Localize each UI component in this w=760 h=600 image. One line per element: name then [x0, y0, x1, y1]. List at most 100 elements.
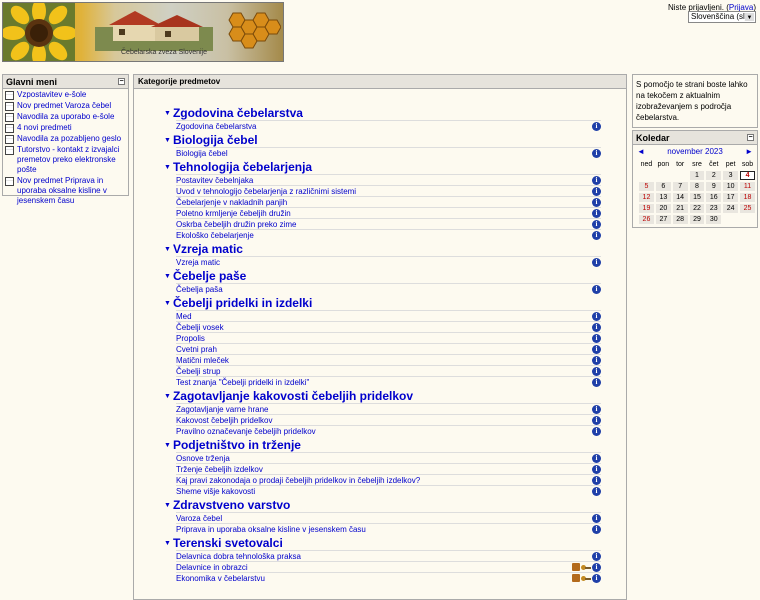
main-menu-link[interactable]: Nov predmet Varoza čebel	[17, 101, 111, 111]
info-icon[interactable]: i	[592, 377, 601, 387]
info-icon[interactable]: i	[592, 562, 601, 572]
course-link[interactable]: Biologija čebel	[176, 149, 228, 158]
calendar-day[interactable]: 27	[655, 215, 671, 224]
info-icon[interactable]: i	[592, 551, 601, 561]
calendar-day[interactable]: 19	[639, 204, 654, 213]
course-link[interactable]: Sheme višje kakovosti	[176, 487, 255, 496]
info-icon[interactable]: i	[592, 355, 601, 365]
main-menu-link[interactable]: Tutorstvo - kontakt z izvajalci premetov…	[17, 145, 126, 175]
course-link[interactable]: Zagotavljanje varne hrane	[176, 405, 269, 414]
calendar-prev-month[interactable]: ◄	[637, 147, 645, 156]
calendar-day[interactable]: 18	[740, 193, 755, 202]
info-icon[interactable]: i	[592, 257, 601, 267]
info-icon[interactable]: i	[592, 197, 601, 207]
info-icon[interactable]: i	[592, 208, 601, 218]
main-menu-item[interactable]: Nov predmet Priprava in uporaba oksalne …	[3, 176, 128, 206]
calendar-day[interactable]: 24	[723, 204, 739, 213]
category-link[interactable]: Zgodovina čebelarstva	[173, 107, 303, 120]
info-icon[interactable]: i	[592, 230, 601, 240]
course-link[interactable]: Kaj pravi zakonodaja o prodaji čebeljih …	[176, 476, 420, 485]
info-icon[interactable]: i	[592, 453, 601, 463]
info-icon[interactable]: i	[592, 524, 601, 534]
course-link[interactable]: Uvod v tehnologijo čebelarjenja z različ…	[176, 187, 356, 196]
course-link[interactable]: Pravilno označevanje čebeljih pridelkov	[176, 427, 316, 436]
course-link[interactable]: Čebelji strup	[176, 367, 220, 376]
course-link[interactable]: Čebelarjenje v nakladnih panjih	[176, 198, 287, 207]
calendar-day[interactable]: 28	[672, 215, 688, 224]
course-link[interactable]: Ekološko čebelarjenje	[176, 231, 254, 240]
calendar-day[interactable]: 12	[639, 193, 654, 202]
site-banner[interactable]: Čebelarska zveza Slovenije	[2, 2, 284, 62]
course-link[interactable]: Varoza čebel	[176, 514, 222, 523]
calendar-day[interactable]: 22	[689, 204, 705, 213]
calendar-day[interactable]: 26	[639, 215, 654, 224]
info-icon[interactable]: i	[592, 415, 601, 425]
main-menu-link[interactable]: Vzpostavitev e-šole	[17, 90, 86, 100]
calendar-day[interactable]: 6	[655, 182, 671, 191]
category-link[interactable]: Tehnologija čebelarjenja	[173, 161, 312, 174]
calendar-day[interactable]: 16	[706, 193, 722, 202]
language-select[interactable]: Slovenščina (sl) ▼	[688, 11, 756, 23]
course-link[interactable]: Propolis	[176, 334, 205, 343]
calendar-day[interactable]: 21	[672, 204, 688, 213]
course-link[interactable]: Čebelja paša	[176, 285, 223, 294]
main-menu-link[interactable]: 4 novi predmeti	[17, 123, 72, 133]
info-icon[interactable]: i	[592, 404, 601, 414]
calendar-day[interactable]: 25	[740, 204, 755, 213]
calendar-day[interactable]: 1	[689, 171, 705, 180]
main-menu-item[interactable]: Vzpostavitev e-šole	[3, 90, 128, 100]
info-icon[interactable]: i	[592, 333, 601, 343]
course-link[interactable]: Matični mleček	[176, 356, 229, 365]
info-icon[interactable]: i	[592, 464, 601, 474]
calendar-day[interactable]: 17	[723, 193, 739, 202]
calendar-day[interactable]: 15	[689, 193, 705, 202]
info-icon[interactable]: i	[592, 175, 601, 185]
course-link[interactable]: Priprava in uporaba oksalne kisline v je…	[176, 525, 366, 534]
course-link[interactable]: Vzreja matic	[176, 258, 220, 267]
info-icon[interactable]: i	[592, 311, 601, 321]
course-link[interactable]: Osnove trženja	[176, 454, 230, 463]
calendar-day[interactable]: 7	[672, 182, 688, 191]
category-link[interactable]: Zagotavljanje kakovosti čebeljih pridelk…	[173, 390, 413, 403]
category-link[interactable]: Čebelji pridelki in izdelki	[173, 297, 312, 310]
info-icon[interactable]: i	[592, 513, 601, 523]
info-icon[interactable]: i	[592, 475, 601, 485]
main-menu-link[interactable]: Nov predmet Priprava in uporaba oksalne …	[17, 176, 126, 206]
calendar-day[interactable]: 11	[740, 182, 755, 191]
info-icon[interactable]: i	[592, 121, 601, 131]
calendar-day[interactable]: 9	[706, 182, 722, 191]
calendar-day[interactable]: 14	[672, 193, 688, 202]
calendar-day[interactable]: 8	[689, 182, 705, 191]
info-icon[interactable]: i	[592, 322, 601, 332]
main-menu-link[interactable]: Navodila za uporabo e-šole	[17, 112, 114, 122]
info-icon[interactable]: i	[592, 366, 601, 376]
calendar-day[interactable]: 20	[655, 204, 671, 213]
course-link[interactable]: Zgodovina čebelarstva	[176, 122, 257, 131]
main-menu-item[interactable]: Navodila za pozabljeno geslo	[3, 134, 128, 144]
calendar-day[interactable]: 10	[723, 182, 739, 191]
category-link[interactable]: Vzreja matic	[173, 243, 243, 256]
course-link[interactable]: Delavnica dobra tehnološka praksa	[176, 552, 301, 561]
course-link[interactable]: Čebelji vosek	[176, 323, 224, 332]
main-menu-item[interactable]: Nov predmet Varoza čebel	[3, 101, 128, 111]
calendar-day[interactable]: 23	[706, 204, 722, 213]
calendar-day[interactable]: 30	[706, 215, 722, 224]
info-icon[interactable]: i	[592, 219, 601, 229]
category-link[interactable]: Čebelje paše	[173, 270, 246, 283]
info-icon[interactable]: i	[592, 284, 601, 294]
course-link[interactable]: Oskrba čebeljih družin preko zime	[176, 220, 297, 229]
info-icon[interactable]: i	[592, 148, 601, 158]
category-link[interactable]: Podjetništvo in trženje	[173, 439, 301, 452]
main-menu-item[interactable]: Tutorstvo - kontakt z izvajalci premetov…	[3, 145, 128, 175]
info-icon[interactable]: i	[592, 186, 601, 196]
category-link[interactable]: Biologija čebel	[173, 134, 258, 147]
collapse-icon[interactable]: −	[747, 134, 754, 141]
course-link[interactable]: Trženje čebeljih izdelkov	[176, 465, 263, 474]
course-link[interactable]: Test znanja "Čebelji pridelki in izdelki…	[176, 378, 309, 387]
course-link[interactable]: Poletno krmljenje čebeljih družin	[176, 209, 291, 218]
main-menu-link[interactable]: Navodila za pozabljeno geslo	[17, 134, 121, 144]
course-link[interactable]: Cvetni prah	[176, 345, 217, 354]
calendar-day[interactable]: 4	[740, 171, 755, 180]
info-icon[interactable]: i	[592, 426, 601, 436]
main-menu-item[interactable]: 4 novi predmeti	[3, 123, 128, 133]
